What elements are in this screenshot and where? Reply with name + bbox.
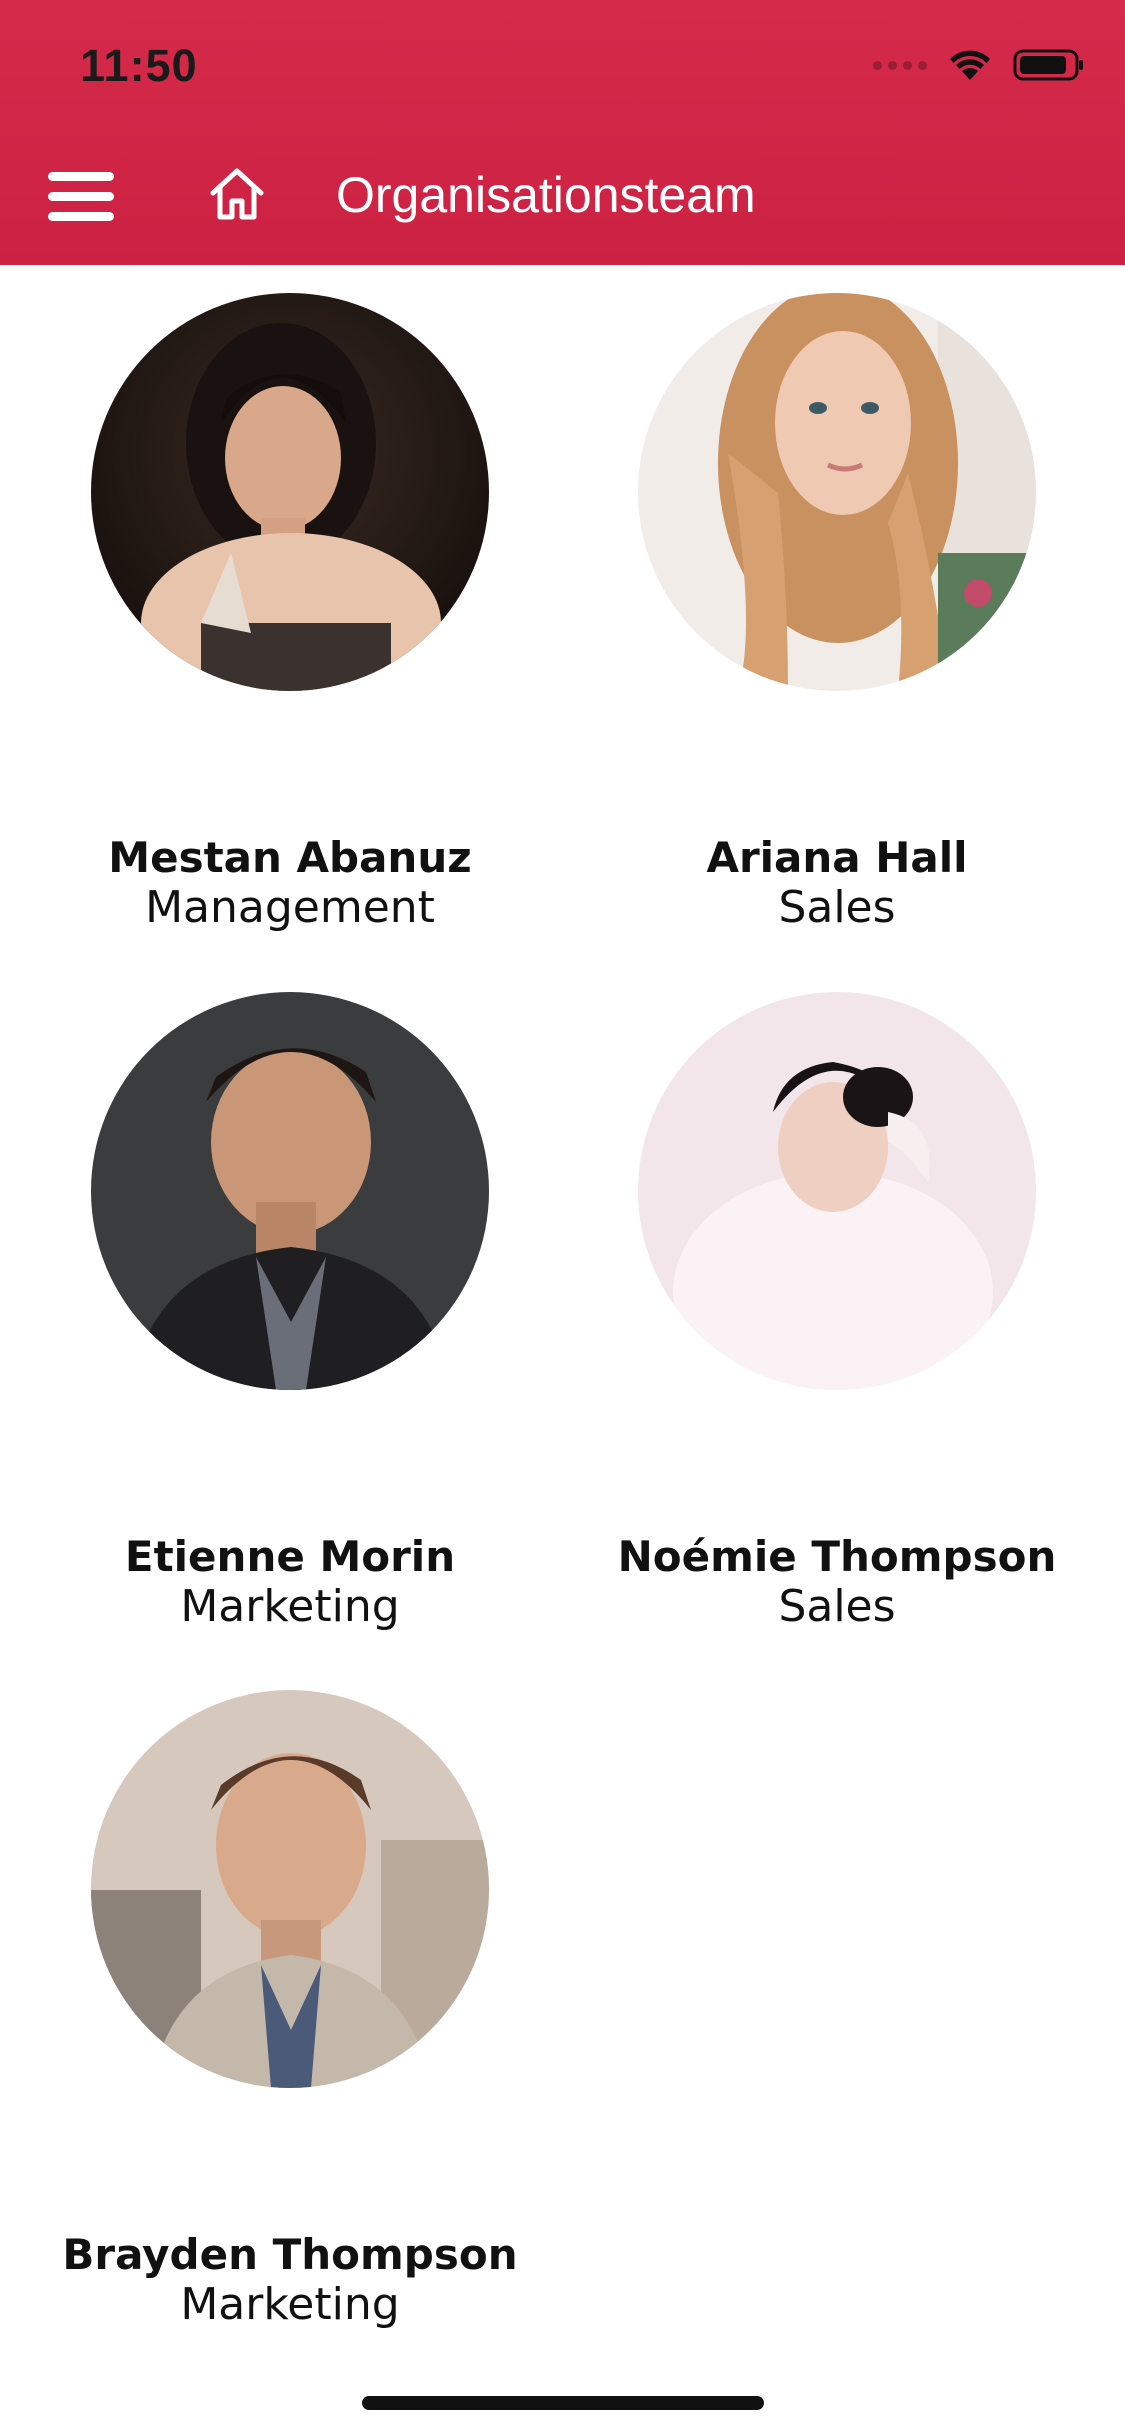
member-name: Brayden Thompson <box>62 2230 518 2279</box>
member-name: Ariana Hall <box>706 833 968 882</box>
battery-icon <box>1013 48 1085 82</box>
avatar <box>91 992 489 1390</box>
screen: 11:50 Organisationsteam Mestan Abanuz Ma… <box>0 0 1125 2436</box>
member-name: Etienne Morin <box>124 1532 456 1581</box>
home-icon[interactable] <box>208 165 266 223</box>
avatar <box>91 1690 489 2088</box>
member-department: Sales <box>778 1581 896 1632</box>
menu-icon[interactable] <box>48 172 114 222</box>
avatar <box>638 293 1036 691</box>
team-member-card[interactable]: Brayden Thompson Marketing <box>40 1690 540 2330</box>
member-department: Marketing <box>180 1581 400 1632</box>
avatar <box>638 992 1036 1390</box>
app-header: 11:50 Organisationsteam <box>0 0 1125 265</box>
status-icons <box>873 48 1085 82</box>
wifi-icon <box>947 48 993 82</box>
member-department: Sales <box>778 882 896 933</box>
member-department: Management <box>145 882 435 933</box>
team-member-card[interactable]: Mestan Abanuz Management <box>40 293 540 933</box>
member-name: Mestan Abanuz <box>108 833 472 882</box>
team-member-card[interactable]: Etienne Morin Marketing <box>40 992 540 1632</box>
avatar <box>91 293 489 691</box>
nav-bar: Organisationsteam <box>0 160 1125 240</box>
page-title: Organisationsteam <box>336 167 756 223</box>
status-time: 11:50 <box>80 40 198 91</box>
team-member-card[interactable]: Noémie Thompson Sales <box>587 992 1087 1632</box>
member-department: Marketing <box>180 2279 400 2330</box>
home-indicator[interactable] <box>362 2396 764 2410</box>
member-name: Noémie Thompson <box>617 1532 1057 1581</box>
team-member-card[interactable]: Ariana Hall Sales <box>587 293 1087 933</box>
cellular-icon <box>873 60 927 70</box>
